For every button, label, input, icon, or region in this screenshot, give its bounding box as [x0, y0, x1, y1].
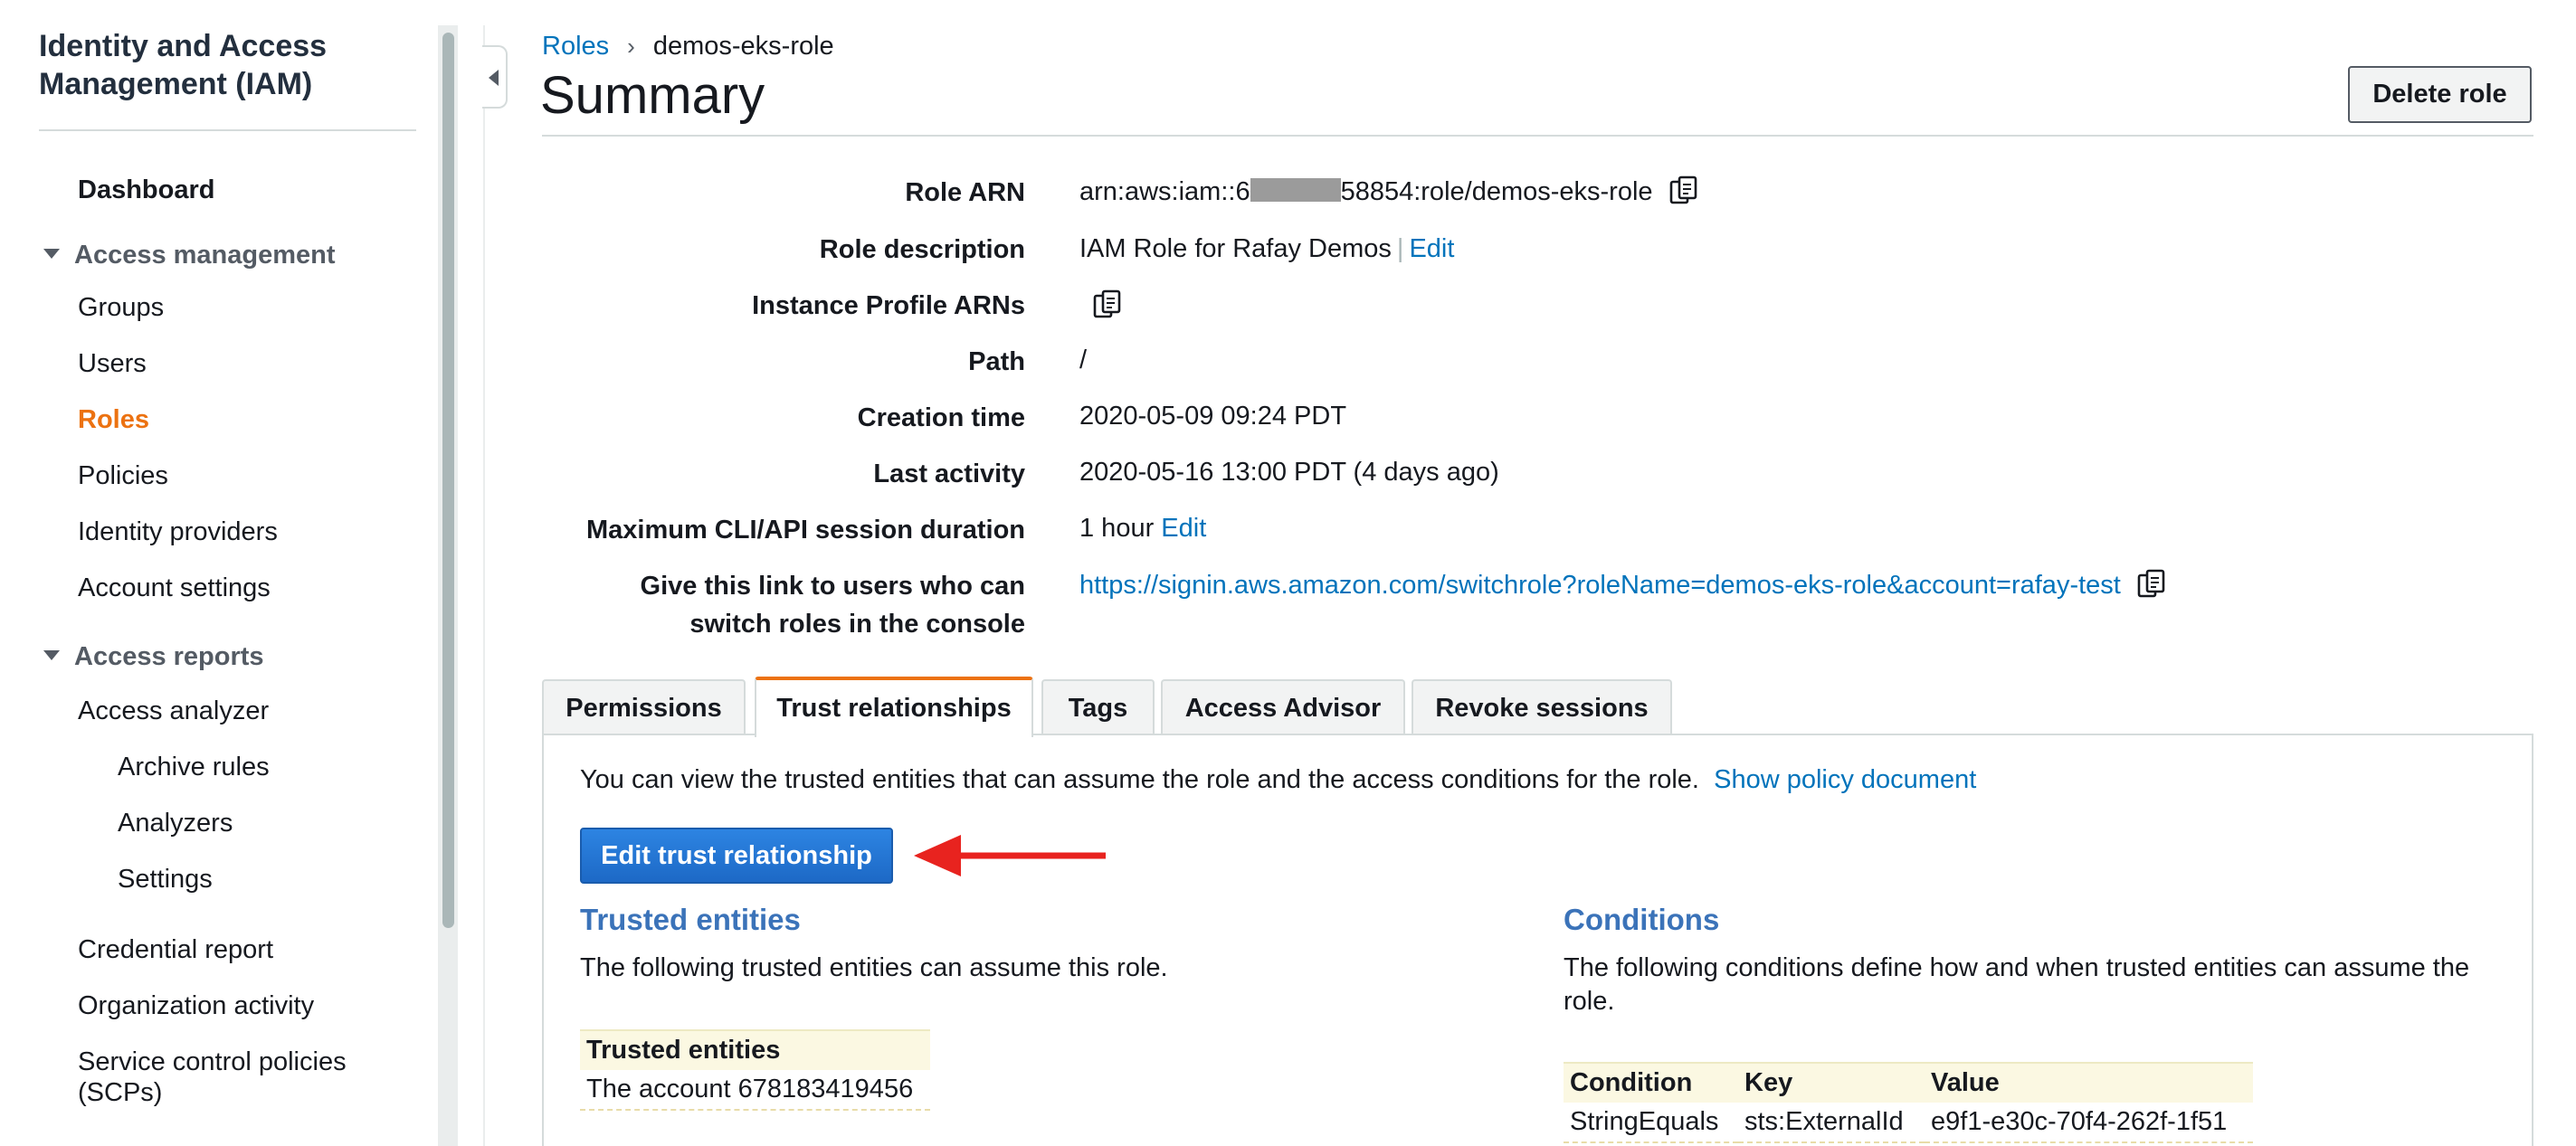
redacted-account-id [1250, 178, 1341, 203]
conditions-table: Condition Key Value StringEquals sts:Ext… [1564, 1062, 2253, 1143]
caret-down-icon [43, 649, 60, 660]
separator-pipe: | [1396, 234, 1404, 263]
breadcrumb-separator: › [627, 33, 635, 60]
tab-permissions[interactable]: Permissions [542, 679, 746, 735]
show-policy-document-link[interactable]: Show policy document [1714, 765, 1976, 794]
condition-value-cell: e9f1-e30c-70f4-262f-1f51 [1925, 1103, 2253, 1143]
conditions-header-condition: Condition [1564, 1062, 1738, 1103]
trusted-entities-text: The following trusted entities can assum… [580, 953, 1168, 982]
role-arn-value: arn:aws:iam::6 58854:role/demos-eks-role [1079, 174, 1698, 211]
collapse-sidebar-button[interactable] [482, 45, 508, 109]
sidebar-item-access-analyzer[interactable]: Access analyzer [78, 696, 269, 726]
role-arn-prefix: arn:aws:iam::6 [1079, 177, 1250, 206]
role-arn-suffix: 58854:role/demos-eks-role [1340, 177, 1653, 206]
condition-cell: StringEquals [1564, 1103, 1738, 1143]
condition-key-cell: sts:ExternalId [1738, 1103, 1925, 1143]
conditions-heading: Conditions [1564, 903, 1720, 936]
title-divider [542, 135, 2533, 137]
path-label: Path [968, 347, 1025, 376]
content-divider [483, 25, 485, 1146]
copy-icon[interactable] [1093, 289, 1122, 320]
role-description-text: IAM Role for Rafay Demos [1079, 234, 1392, 263]
sidebar-section-access-management[interactable]: Access management [43, 240, 336, 270]
breadcrumb: Roles › demos-eks-role [542, 32, 834, 62]
edit-description-link[interactable]: Edit [1409, 234, 1454, 263]
max-session-value: 1 hour Edit [1079, 510, 1206, 547]
sidebar-item-organization-activity[interactable]: Organization activity [78, 990, 314, 1021]
trusted-entities-heading: Trusted entities [580, 903, 801, 936]
sidebar-item-analyzers[interactable]: Analyzers [118, 808, 233, 838]
creation-time-label: Creation time [857, 403, 1025, 432]
path-value: / [1079, 346, 1088, 374]
last-activity-value: 2020-05-16 13:00 PDT (4 days ago) [1079, 458, 1499, 487]
sidebar-scrollbar-thumb[interactable] [442, 33, 454, 928]
role-description-value: IAM Role for Rafay Demos | Edit [1079, 231, 1454, 268]
sidebar-section-access-reports[interactable]: Access reports [43, 641, 264, 672]
sidebar-item-dashboard[interactable]: Dashboard [78, 175, 214, 205]
sidebar-title[interactable]: Identity and Access Management (IAM) [39, 27, 419, 103]
sidebar-item-groups[interactable]: Groups [78, 292, 164, 323]
page-title: Summary [540, 66, 765, 125]
role-arn-label: Role ARN [905, 178, 1025, 207]
switch-role-link[interactable]: https://signin.aws.amazon.com/switchrole… [1079, 571, 2121, 600]
trusted-entities-header: Trusted entities [580, 1029, 930, 1070]
collapse-arrow-icon [489, 70, 499, 86]
sidebar-item-account-settings[interactable]: Account settings [78, 573, 271, 603]
instance-profile-label: Instance Profile ARNs [752, 291, 1025, 320]
creation-time-value: 2020-05-09 09:24 PDT [1079, 402, 1347, 431]
conditions-text: The following conditions define how and … [1564, 953, 2470, 1016]
breadcrumb-current: demos-eks-role [652, 32, 834, 61]
sidebar-item-users[interactable]: Users [78, 348, 147, 379]
sidebar-item-policies[interactable]: Policies [78, 460, 168, 491]
table-row: The account 678183419456 [580, 1070, 930, 1111]
trusted-entities-table: Trusted entities The account 67818341945… [580, 1029, 930, 1111]
trust-intro-text: You can view the trusted entities that c… [580, 765, 1699, 794]
tab-trust-relationships[interactable]: Trust relationships [755, 677, 1033, 737]
sidebar: Identity and Access Management (IAM) Das… [0, 0, 438, 1146]
sidebar-item-credential-report[interactable]: Credential report [78, 934, 273, 965]
max-session-text: 1 hour [1079, 514, 1155, 543]
breadcrumb-roles-link[interactable]: Roles [542, 32, 609, 61]
tab-access-advisor[interactable]: Access Advisor [1161, 679, 1405, 735]
tab-revoke-sessions[interactable]: Revoke sessions [1412, 679, 1672, 735]
sidebar-section-label: Access reports [74, 642, 264, 671]
delete-role-button[interactable]: Delete role [2348, 66, 2532, 123]
conditions-header-key: Key [1738, 1062, 1925, 1103]
table-row: StringEquals sts:ExternalId e9f1-e30c-70… [1564, 1103, 2253, 1143]
sidebar-item-archive-rules[interactable]: Archive rules [118, 752, 270, 782]
last-activity-label: Last activity [873, 459, 1025, 488]
trusted-entity-cell: The account 678183419456 [580, 1070, 930, 1111]
sidebar-section-label: Access management [74, 241, 336, 270]
conditions-header-value: Value [1925, 1062, 2253, 1103]
sidebar-item-identity-providers[interactable]: Identity providers [78, 516, 278, 547]
sidebar-item-scps[interactable]: Service control policies (SCPs) [78, 1047, 404, 1108]
tab-tags[interactable]: Tags [1041, 679, 1155, 735]
switch-roles-value: https://signin.aws.amazon.com/switchrole… [1079, 567, 2166, 604]
caret-down-icon [43, 248, 60, 259]
sidebar-item-roles[interactable]: Roles [78, 404, 149, 435]
red-arrow-annotation [914, 835, 1106, 876]
role-description-label: Role description [819, 235, 1025, 264]
trust-panel-intro: You can view the trusted entities that c… [580, 765, 1976, 795]
instance-profile-value [1077, 288, 1122, 325]
switch-roles-label-line1: Give this link to users who can [640, 572, 1025, 601]
sidebar-divider [39, 129, 416, 131]
copy-icon[interactable] [2137, 569, 2166, 600]
max-session-label: Maximum CLI/API session duration [585, 516, 1025, 545]
copy-icon[interactable] [1669, 175, 1698, 206]
switch-roles-label-line2: switch roles in the console [689, 610, 1025, 639]
edit-session-link[interactable]: Edit [1161, 514, 1206, 543]
sidebar-item-settings[interactable]: Settings [118, 864, 213, 895]
edit-trust-relationship-button[interactable]: Edit trust relationship [580, 828, 893, 884]
